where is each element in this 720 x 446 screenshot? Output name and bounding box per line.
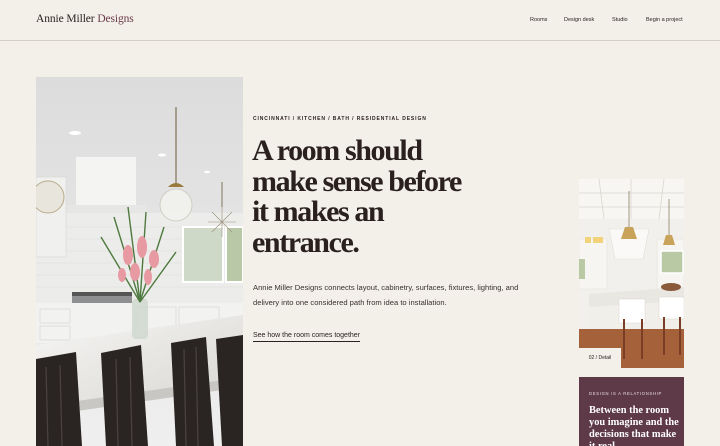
brand-logo[interactable]: Annie Miller Designs	[36, 13, 134, 25]
headline-line: A room should	[252, 134, 423, 167]
headline-line: it makes an	[252, 195, 385, 228]
hero-lede: Annie Miller Designs connects layout, ca…	[253, 283, 519, 307]
nav-rooms[interactable]: Rooms	[530, 17, 547, 23]
kitchen-detail-photo	[579, 179, 684, 368]
kitchen-photo	[36, 77, 243, 446]
brand-name-primary: Annie Miller	[36, 13, 95, 25]
hero-headline: A room should make sense before it makes…	[252, 134, 552, 259]
headline-line: entrance.	[252, 225, 360, 259]
hero-eyebrow: CINCINNATI / KITCHEN / BATH / RESIDENTIA…	[253, 116, 427, 122]
detail-tag: 02 / Detail	[579, 348, 621, 368]
card-title: Between the room you imagine and the dec…	[589, 405, 679, 446]
see-how-link[interactable]: See how the room comes together	[253, 332, 361, 342]
relationship-card[interactable]: DESIGN IS A RELATIONSHIP Between the roo…	[579, 377, 684, 446]
brand-name-secondary: Designs	[97, 13, 134, 25]
nav-design-desk[interactable]: Design desk	[564, 17, 594, 23]
nav-studio[interactable]: Studio	[612, 17, 628, 23]
site-header: Annie Miller Designs Rooms Design desk S…	[0, 0, 720, 41]
card-eyebrow: DESIGN IS A RELATIONSHIP	[589, 391, 663, 396]
headline-line: make sense before	[252, 164, 462, 198]
nav-begin-a-project[interactable]: Begin a project	[646, 17, 683, 23]
